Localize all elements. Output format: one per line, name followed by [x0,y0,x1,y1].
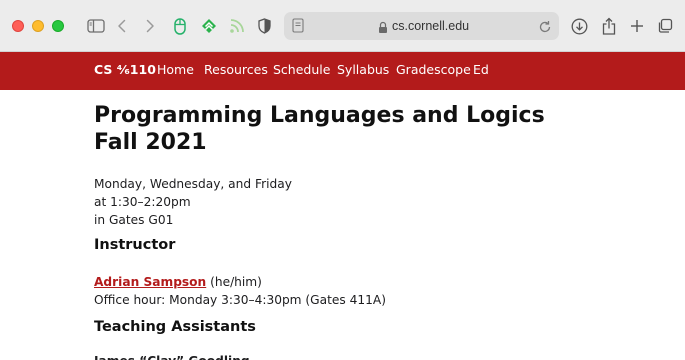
instructor-heading: Instructor [94,237,176,253]
nav-item-schedule[interactable]: Schedule [273,52,330,90]
instructor-pronouns: (he/him) [206,275,262,289]
share-icon[interactable] [598,13,620,39]
extension-feedly-icon[interactable] [198,13,220,39]
page-title: Programming Languages and Logics Fall 20… [94,102,614,156]
nav-brand[interactable]: CS ⁴⁄₆110 [94,52,156,90]
new-tab-icon[interactable] [626,13,648,39]
url-text: cs.cornell.edu [392,19,470,33]
address-bar[interactable]: cs.cornell.edu [284,12,559,40]
schedule-days: Monday, Wednesday, and Friday [94,177,292,191]
shield-icon[interactable] [254,13,274,39]
instructor-block: Adrian Sampson (he/him) Office hour: Mon… [94,273,386,309]
close-window-button[interactable] [12,20,24,32]
forward-icon[interactable] [140,13,160,39]
page-title-line2: Fall 2021 [94,130,207,155]
instructor-office-hour: Office hour: Monday 3:30–4:30pm (Gates 4… [94,293,386,307]
minimize-window-button[interactable] [32,20,44,32]
nav-item-ed[interactable]: Ed [473,52,489,90]
sidebar-icon[interactable] [84,13,108,39]
ta-heading: Teaching Assistants [94,319,256,335]
page-title-line1: Programming Languages and Logics [94,103,545,128]
rss-icon[interactable] [226,13,248,39]
schedule-time: at 1:30–2:20pm [94,195,191,209]
ta-first-name: James “Clay” Goodling [94,352,250,360]
nav-item-resources[interactable]: Resources [204,52,268,90]
download-icon[interactable] [568,13,590,39]
nav-item-gradescope[interactable]: Gradescope [396,52,471,90]
site-nav: CS ⁴⁄₆110 Home Resources Schedule Syllab… [0,52,685,90]
nav-item-home[interactable]: Home [157,52,194,90]
browser-toolbar: cs.cornell.edu [0,0,685,52]
schedule-block: Monday, Wednesday, and Friday at 1:30–2:… [94,175,292,229]
tab-overview-icon[interactable] [654,13,676,39]
zoom-window-button[interactable] [52,20,64,32]
back-icon[interactable] [112,13,132,39]
schedule-place: in Gates G01 [94,213,174,227]
reload-icon[interactable] [538,19,552,38]
instructor-link[interactable]: Adrian Sampson [94,275,206,289]
page-icon [292,18,304,37]
lock-icon [378,19,388,38]
nav-item-syllabus[interactable]: Syllabus [337,52,389,90]
extension-mouse-icon[interactable] [170,13,190,39]
